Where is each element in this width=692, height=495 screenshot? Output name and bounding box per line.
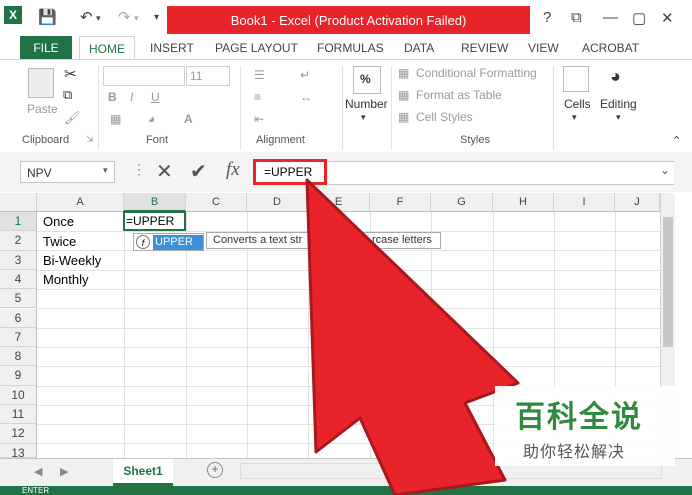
watermark-subtitle: 助你轻松解决	[523, 444, 626, 461]
watermark-title: 百科全说	[515, 401, 643, 434]
red-arrow-shape	[305, 178, 520, 495]
watermark: 百科全说 助你轻松解决	[495, 386, 675, 466]
